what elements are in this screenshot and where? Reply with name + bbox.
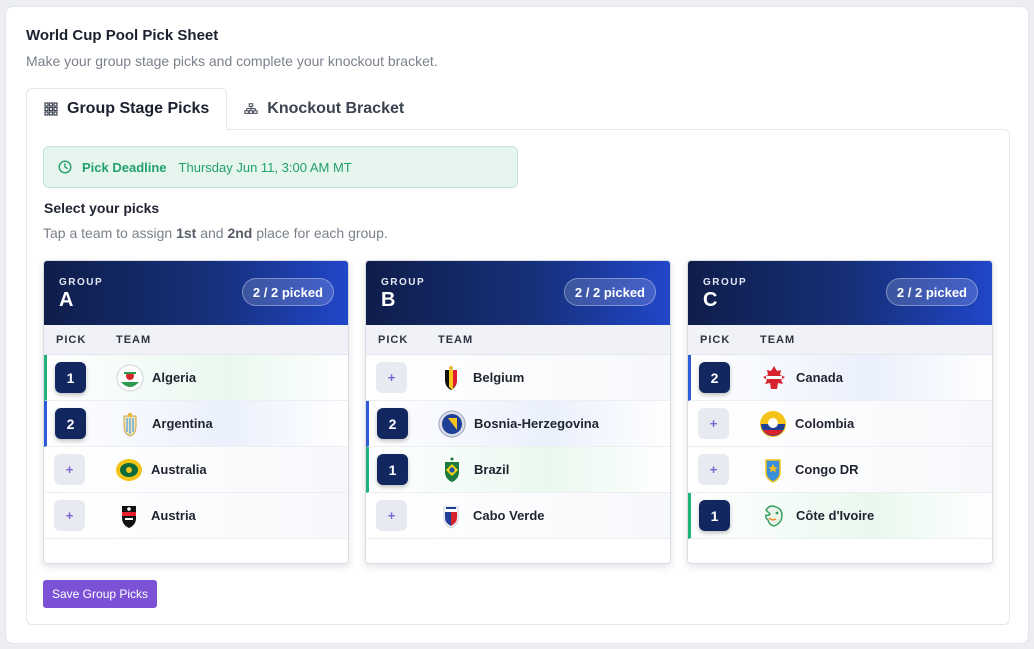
team-row-bosnia-herzegovina[interactable]: 2 Bosnia-Herzegovina: [366, 401, 670, 447]
deadline-label: Pick Deadline: [82, 159, 167, 175]
brazil-crest-icon: [438, 456, 466, 484]
austria-crest-icon: [115, 502, 143, 530]
pick-column-label: PICK: [56, 334, 87, 346]
team-name: Brazil: [474, 462, 510, 477]
belgium-crest-icon: [437, 364, 465, 392]
team-column-label: TEAM: [760, 334, 796, 346]
pick-badge: 2: [377, 408, 408, 439]
team-name: Bosnia-Herzegovina: [474, 416, 599, 431]
algeria-crest-icon: [116, 364, 144, 392]
tab-group-stage-picks[interactable]: Group Stage Picks: [26, 88, 228, 130]
team-name: Colombia: [795, 416, 855, 431]
pick-badge: 1: [55, 362, 86, 393]
page-subtitle: Make your group stage picks and complete…: [26, 53, 438, 69]
picked-count-badge: 2 / 2 picked: [885, 278, 978, 306]
cote-divoire-crest-icon: [760, 502, 788, 530]
group-letter: B: [381, 289, 396, 311]
colombia-crest-icon: [759, 410, 787, 438]
bosnia-herzegovina-crest-icon: [438, 410, 466, 438]
picked-count-badge: 2 / 2 picked: [563, 278, 656, 306]
pick-column-label: PICK: [378, 334, 409, 346]
team-row-brazil[interactable]: 1 Brazil: [366, 447, 670, 493]
clock-icon: [58, 160, 72, 174]
canada-crest-icon: [760, 364, 788, 392]
pick-badge: +: [54, 500, 85, 531]
australia-crest-icon: [115, 456, 143, 484]
team-row-belgium[interactable]: + Belgium: [366, 355, 670, 401]
instructions-title: Select your picks: [44, 200, 160, 216]
group-label: GROUP: [59, 277, 104, 288]
group-card-b: GROUP B 2 / 2 picked PICK TEAM + Belgium…: [365, 260, 671, 564]
column-header: PICK TEAM: [688, 325, 992, 355]
picked-count-badge: 2 / 2 picked: [241, 278, 334, 306]
pick-badge: +: [698, 408, 729, 439]
group-letter: A: [59, 289, 74, 311]
deadline-value: Thursday Jun 11, 3:00 AM MT: [178, 159, 352, 175]
pick-badge: +: [54, 454, 85, 485]
team-name: Australia: [151, 462, 207, 477]
pick-badge: 2: [699, 362, 730, 393]
tab-label: Group Stage Picks: [67, 100, 210, 117]
pick-badge: +: [376, 500, 407, 531]
grid-icon: [44, 102, 58, 116]
team-name: Algeria: [152, 370, 197, 385]
group-header: GROUP C 2 / 2 picked: [688, 261, 992, 325]
team-name: Belgium: [473, 370, 525, 385]
group-label: GROUP: [381, 277, 426, 288]
congo-dr-crest-icon: [759, 456, 787, 484]
bracket-icon: [244, 102, 258, 116]
pick-badge: 1: [377, 454, 408, 485]
team-row-austria[interactable]: + Austria: [44, 493, 348, 539]
tab-bar: Group Stage Picks Knockout Bracket: [26, 88, 421, 130]
column-header: PICK TEAM: [44, 325, 348, 355]
team-row-colombia[interactable]: + Colombia: [688, 401, 992, 447]
team-name: Côte d'Ivoire: [796, 508, 875, 523]
team-row-canada[interactable]: 2 Canada: [688, 355, 992, 401]
tab-label: Knockout Bracket: [267, 100, 405, 117]
team-name: Congo DR: [795, 462, 859, 477]
group-label: GROUP: [703, 277, 748, 288]
tab-knockout-bracket[interactable]: Knockout Bracket: [227, 88, 421, 130]
argentina-crest-icon: [116, 410, 144, 438]
cabo-verde-crest-icon: [437, 502, 465, 530]
pick-badge: +: [376, 362, 407, 393]
team-row-argentina[interactable]: 2 Argentina: [44, 401, 348, 447]
group-stage-panel: Pick Deadline Thursday Jun 11, 3:00 AM M…: [26, 129, 1010, 625]
team-name: Austria: [151, 508, 196, 523]
team-column-label: TEAM: [116, 334, 152, 346]
save-group-picks-button[interactable]: Save Group Picks: [43, 580, 158, 608]
pick-badge: 1: [699, 500, 730, 531]
group-card-c: GROUP C 2 / 2 picked PICK TEAM 2 Canada …: [687, 260, 993, 564]
group-card-a: GROUP A 2 / 2 picked PICK TEAM 1 Algeria…: [43, 260, 349, 564]
group-letter: C: [703, 289, 718, 311]
team-column-label: TEAM: [438, 334, 474, 346]
page-title: World Cup Pool Pick Sheet: [26, 27, 219, 44]
group-header: GROUP B 2 / 2 picked: [366, 261, 670, 325]
team-name: Cabo Verde: [473, 508, 545, 523]
team-row-cote-divoire[interactable]: 1 Côte d'Ivoire: [688, 493, 992, 539]
team-name: Canada: [796, 370, 843, 385]
pick-sheet-page: World Cup Pool Pick Sheet Make your grou…: [5, 6, 1029, 644]
pick-column-label: PICK: [700, 334, 731, 346]
group-header: GROUP A 2 / 2 picked: [44, 261, 348, 325]
team-row-cabo-verde[interactable]: + Cabo Verde: [366, 493, 670, 539]
team-row-algeria[interactable]: 1 Algeria: [44, 355, 348, 401]
pick-badge: +: [698, 454, 729, 485]
pick-badge: 2: [55, 408, 86, 439]
pick-deadline-banner: Pick Deadline Thursday Jun 11, 3:00 AM M…: [43, 146, 518, 188]
column-header: PICK TEAM: [366, 325, 670, 355]
instructions-text: Tap a team to assign 1st and 2nd place f…: [43, 225, 388, 241]
team-row-congo-dr[interactable]: + Congo DR: [688, 447, 992, 493]
team-row-australia[interactable]: + Australia: [44, 447, 348, 493]
team-name: Argentina: [152, 416, 213, 431]
